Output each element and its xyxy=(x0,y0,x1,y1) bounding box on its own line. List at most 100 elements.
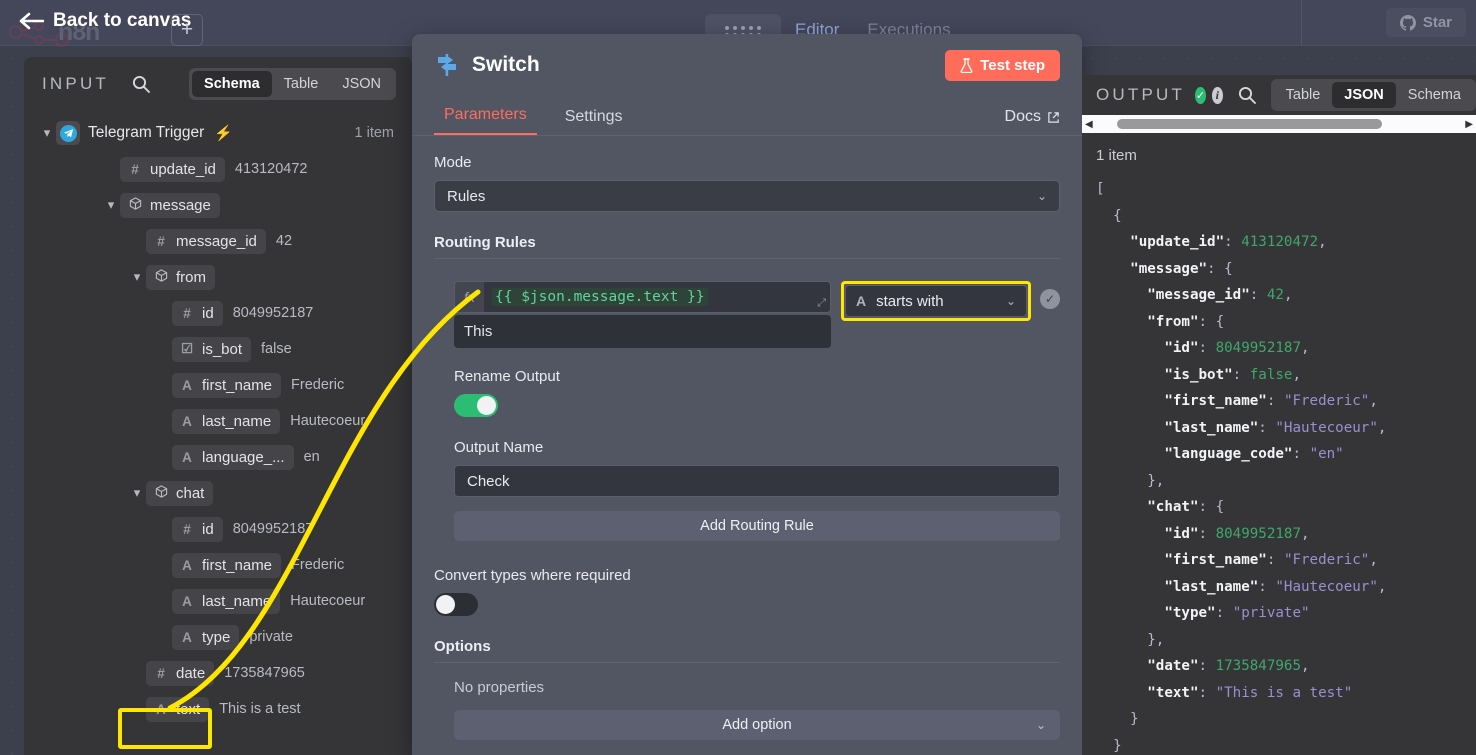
ndv-tab-bar: Parameters Settings Docs xyxy=(412,96,1082,136)
field-name: id xyxy=(202,520,214,538)
output-tab-schema[interactable]: Schema xyxy=(1396,82,1473,108)
output-view-switcher: Table JSON Schema xyxy=(1270,79,1476,111)
json-line: "message_id": 42, xyxy=(1096,287,1293,303)
convert-types-label: Convert types where required xyxy=(434,567,631,584)
node-details-view: Switch Test step Parameters Settings Doc… xyxy=(412,34,1082,755)
field-type-icon xyxy=(155,485,168,501)
expression-input[interactable]: {{ $json.message.text }} ⤢ xyxy=(484,281,831,313)
input-tab-json[interactable]: JSON xyxy=(330,71,393,97)
output-json-body: 1 item [ { "update_id": 413120472, "mess… xyxy=(1082,133,1476,755)
rename-output-label: Rename Output xyxy=(454,368,560,385)
field-type-icon: ☑ xyxy=(181,341,194,356)
scroll-left-arrow-icon[interactable]: ◀ xyxy=(1085,119,1093,130)
chevron-down-icon[interactable]: ▾ xyxy=(38,125,56,141)
schema-field-message_id[interactable]: # message_id 42 xyxy=(24,223,412,259)
field-name: message_id xyxy=(176,232,257,250)
mode-select[interactable]: Rules ⌄ xyxy=(434,180,1060,212)
toggle-knob xyxy=(477,396,496,415)
input-schema-tree: ▾ Telegram Trigger ⚡ 1 item # update_id 4… xyxy=(24,111,412,727)
bolt-icon: ⚡ xyxy=(214,125,233,142)
json-line: }, xyxy=(1096,472,1165,489)
test-step-button[interactable]: Test step xyxy=(945,49,1060,81)
schema-field-text[interactable]: Atext This is a test xyxy=(24,691,412,727)
schema-field-from-id[interactable]: # id 8049952187 xyxy=(24,295,412,331)
expression-value: {{ $json.message.text }} xyxy=(492,288,708,306)
object-cube-icon xyxy=(155,269,168,282)
schema-field-date[interactable]: # date 1735847965 xyxy=(24,655,412,691)
convert-types-toggle[interactable] xyxy=(434,593,478,616)
operator-select[interactable]: A starts with ⌄ xyxy=(845,285,1027,317)
output-tab-json[interactable]: JSON xyxy=(1332,82,1396,108)
back-to-canvas-button[interactable]: Back to canvas xyxy=(18,10,191,32)
schema-node-row[interactable]: ▾ Telegram Trigger ⚡ 1 item xyxy=(24,115,412,151)
chevron-down-icon[interactable]: ▾ xyxy=(102,197,120,213)
schema-field-chat-type[interactable]: Atype private xyxy=(24,619,412,655)
field-name: update_id xyxy=(150,160,216,178)
json-line: "first_name": "Frederic", xyxy=(1096,393,1378,409)
chevron-down-icon: ⌄ xyxy=(1005,294,1016,308)
schema-field-from[interactable]: ▾ from xyxy=(24,259,412,295)
field-value: false xyxy=(261,341,292,357)
scrollbar-track[interactable] xyxy=(1097,119,1462,129)
field-name: chat xyxy=(176,484,205,502)
field-pill: # date xyxy=(146,660,215,686)
output-search-icon[interactable] xyxy=(1237,85,1257,105)
schema-field-message[interactable]: ▾ message xyxy=(24,187,412,223)
scrollbar-thumb[interactable] xyxy=(1116,119,1382,129)
paper-plane-icon xyxy=(63,128,73,137)
schema-field-chat[interactable]: ▾ chat xyxy=(24,475,412,511)
add-routing-rule-button[interactable]: Add Routing Rule xyxy=(454,511,1060,541)
tab-settings[interactable]: Settings xyxy=(555,108,633,135)
field-pill: chat xyxy=(146,480,214,506)
ndv-parameters-body: Mode Rules ⌄ Routing Rules fx {{ $json.m… xyxy=(412,136,1082,740)
output-horizontal-scrollbar[interactable]: ◀ ▶ xyxy=(1082,115,1476,133)
operator-value: starts with xyxy=(876,292,944,310)
topbar-divider xyxy=(1301,0,1302,46)
chevron-down-icon: ⌄ xyxy=(1035,718,1046,732)
flask-icon xyxy=(960,57,973,73)
schema-field-update_id[interactable]: # update_id 413120472 xyxy=(24,151,412,187)
output-tab-table[interactable]: Table xyxy=(1274,82,1333,108)
input-panel-title: INPUT xyxy=(42,74,109,93)
field-name: from xyxy=(176,268,206,286)
docs-link[interactable]: Docs xyxy=(1005,108,1060,135)
chevron-down-icon[interactable]: ▾ xyxy=(128,485,146,501)
fx-expression-toggle-icon[interactable]: fx xyxy=(454,281,484,313)
field-type-icon: A xyxy=(182,377,192,393)
scroll-right-arrow-icon[interactable]: ▶ xyxy=(1465,119,1473,130)
chevron-down-icon: ⌄ xyxy=(1036,189,1047,203)
schema-field-from-first_name[interactable]: Afirst_name Frederic xyxy=(24,367,412,403)
field-value: 42 xyxy=(275,233,293,249)
add-node-button[interactable]: + xyxy=(171,14,203,46)
info-icon[interactable]: i xyxy=(1211,86,1223,104)
field-value: Hautecoeur xyxy=(290,593,366,609)
json-line: "first_name": "Frederic", xyxy=(1096,552,1378,568)
add-option-button[interactable]: Add option ⌄ xyxy=(454,710,1060,740)
schema-field-language_code[interactable]: Alanguage_... en xyxy=(24,439,412,475)
schema-field-from-last_name[interactable]: Alast_name Hautecoeur xyxy=(24,403,412,439)
json-line: "message": { xyxy=(1096,260,1233,277)
schema-field-chat-last_name[interactable]: Alast_name Hautecoeur xyxy=(24,583,412,619)
input-search-icon[interactable] xyxy=(131,74,151,94)
field-name: first_name xyxy=(202,376,273,394)
github-star-button[interactable]: Star xyxy=(1385,8,1466,37)
tab-parameters[interactable]: Parameters xyxy=(434,106,537,135)
json-line: "from": { xyxy=(1096,313,1225,330)
chevron-down-icon[interactable]: ▾ xyxy=(128,269,146,285)
input-tab-schema[interactable]: Schema xyxy=(192,71,272,97)
json-line: "id": 8049952187, xyxy=(1096,525,1310,542)
schema-field-is_bot[interactable]: ☑ is_bot false xyxy=(24,331,412,367)
rename-output-toggle[interactable] xyxy=(454,394,498,417)
field-type-icon: A xyxy=(182,593,192,609)
expand-expression-icon[interactable]: ⤢ xyxy=(817,297,826,310)
json-line: "text": "This is a test" xyxy=(1096,684,1353,701)
field-value: 413120472 xyxy=(234,161,308,177)
input-tab-table[interactable]: Table xyxy=(272,71,331,97)
schema-field-chat-first_name[interactable]: Afirst_name Frederic xyxy=(24,547,412,583)
field-type-icon: A xyxy=(182,557,192,573)
field-name: id xyxy=(202,304,214,322)
schema-field-chat-id[interactable]: # id 8049952187 xyxy=(24,511,412,547)
field-name: language_... xyxy=(202,448,285,466)
field-value: 1735847965 xyxy=(224,665,305,681)
output-name-input[interactable]: Check xyxy=(454,465,1060,497)
